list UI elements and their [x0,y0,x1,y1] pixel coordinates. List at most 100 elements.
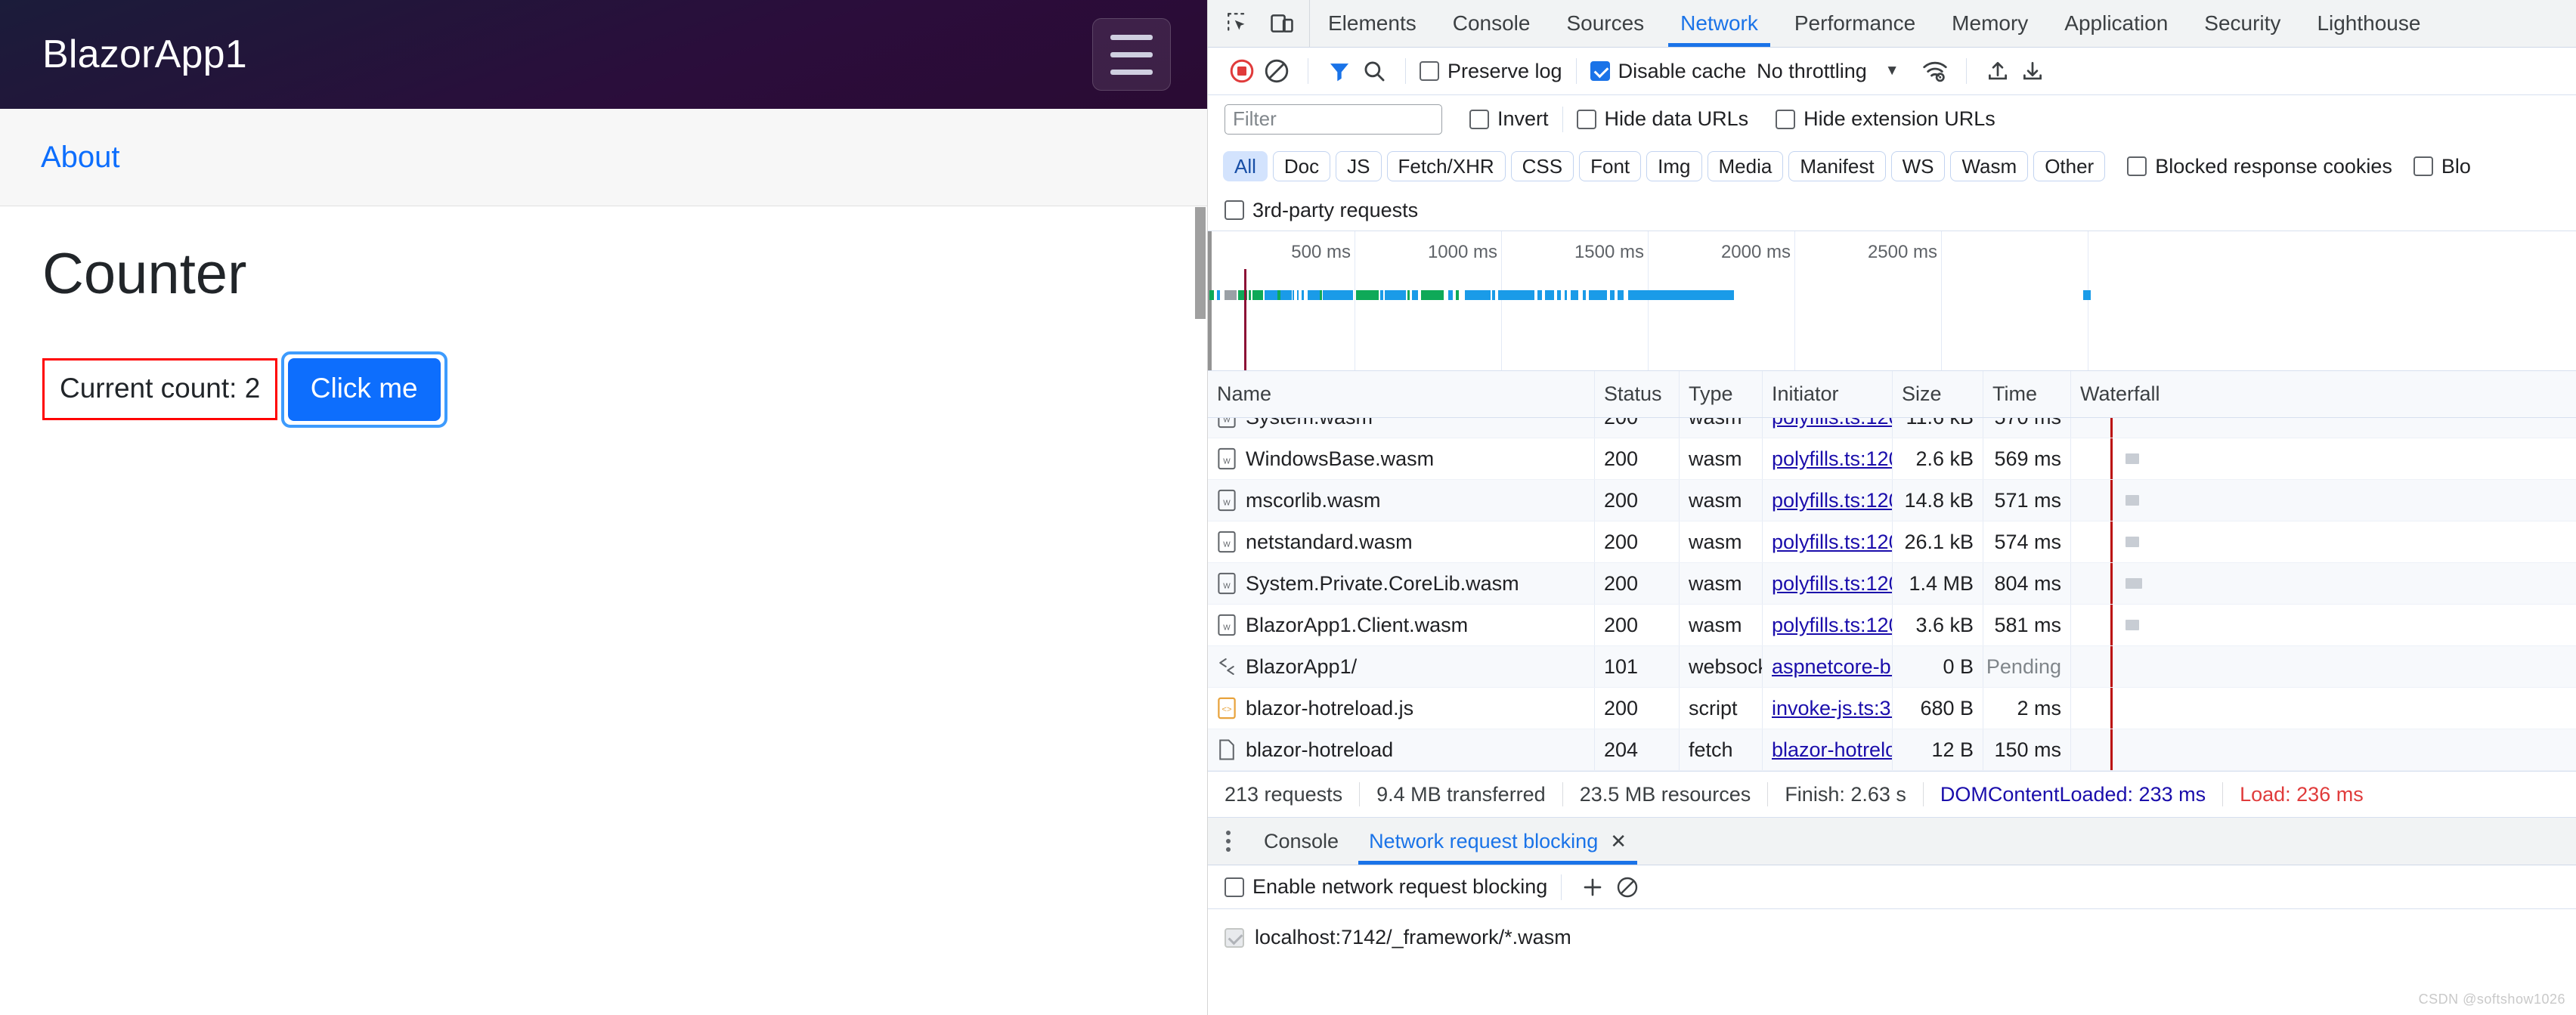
tab-performance[interactable]: Performance [1776,0,1934,47]
remove-all-patterns-icon[interactable] [1610,870,1645,905]
tab-sources[interactable]: Sources [1548,0,1662,47]
tab-lighthouse[interactable]: Lighthouse [2299,0,2438,47]
column-header-name[interactable]: Name [1208,371,1595,417]
third-party-requests-label: 3rd-party requests [1252,199,1418,222]
column-header-waterfall[interactable]: Waterfall [2071,371,2576,417]
search-icon[interactable] [1357,54,1392,88]
overview-tick-label: 500 ms [1291,242,1351,263]
hide-data-urls-checkbox[interactable]: Hide data URLs [1577,107,1749,131]
click-me-button[interactable]: Click me [288,358,441,421]
type-filter-all[interactable]: All [1223,151,1268,181]
table-row[interactable]: W mscorlib.wasm 200 wasm polyfills.ts:12… [1208,480,2576,521]
cell-type: script [1680,688,1763,729]
blocked-response-cookies-checkbox[interactable]: Blocked response cookies [2127,155,2392,178]
cell-type: wasm [1680,521,1763,562]
type-filter-doc[interactable]: Doc [1273,151,1330,181]
summary-load: Load: 236 ms [2223,783,2380,806]
table-row[interactable]: W System.wasm 200 wasm polyfills.ts:120 … [1208,418,2576,438]
third-party-requests-checkbox[interactable]: 3rd-party requests [1225,199,1418,222]
tab-console[interactable]: Console [1435,0,1549,47]
initiator-link[interactable]: aspnetcore-browser-... [1772,655,1893,679]
table-row[interactable]: W BlazorApp1.Client.wasm 200 wasm polyfi… [1208,605,2576,646]
table-row[interactable]: W WindowsBase.wasm 200 wasm polyfills.ts… [1208,438,2576,480]
column-header-size[interactable]: Size [1893,371,1983,417]
clear-icon[interactable] [1259,54,1294,88]
import-har-icon[interactable] [1980,54,2015,88]
kebab-menu-icon[interactable] [1208,818,1249,865]
tab-memory[interactable]: Memory [1934,0,2046,47]
hide-extension-urls-checkbox[interactable]: Hide extension URLs [1776,107,1995,131]
nav-link-about[interactable]: About [41,141,120,175]
type-filter-font[interactable]: Font [1579,151,1641,181]
watermark: CSDN @softshow1026 [2419,992,2565,1007]
add-pattern-icon[interactable] [1575,870,1610,905]
initiator-link[interactable]: polyfills.ts:120 [1772,489,1893,512]
tab-security[interactable]: Security [2186,0,2299,47]
column-header-time[interactable]: Time [1983,371,2071,417]
drawer-tab-console[interactable]: Console [1249,818,1354,865]
type-filter-img[interactable]: Img [1646,151,1701,181]
initiator-link[interactable]: polyfills.ts:120 [1772,614,1893,637]
drawer-tab-network-request-blocking[interactable]: Network request blocking ✕ [1354,818,1642,865]
column-header-status[interactable]: Status [1595,371,1680,417]
record-stop-icon[interactable] [1225,54,1259,88]
chevron-down-icon[interactable]: ▼ [1885,63,1899,79]
blocking-toolbar: Enable network request blocking [1208,865,2576,909]
divider [1561,874,1562,900]
initiator-link[interactable]: blazor-hotreload.js:6 [1772,738,1893,762]
invert-checkbox[interactable]: Invert [1469,107,1549,131]
initiator-link[interactable]: polyfills.ts:120 [1772,447,1893,471]
checkbox-box [1469,110,1489,129]
table-row[interactable]: BlazorApp1/ 101 websocket aspnetcore-bro… [1208,646,2576,688]
filter-funnel-icon[interactable] [1322,54,1357,88]
type-filter-css[interactable]: CSS [1511,151,1574,181]
app-brand: BlazorApp1 [42,32,247,77]
table-row[interactable]: blazor-hotreload 204 fetch blazor-hotrel… [1208,729,2576,771]
pattern-checkbox[interactable] [1225,928,1244,948]
cell-initiator: polyfills.ts:120 [1763,521,1893,562]
preserve-log-checkbox[interactable]: Preserve log [1420,60,1562,83]
filter-input[interactable] [1225,104,1442,135]
tab-network[interactable]: Network [1662,0,1776,47]
column-header-initiator[interactable]: Initiator [1763,371,1893,417]
enable-network-request-blocking-checkbox[interactable]: Enable network request blocking [1225,875,1547,899]
cell-name-text: BlazorApp1/ [1246,655,1357,679]
network-overview-timeline[interactable]: 500 ms 1000 ms 1500 ms 2000 ms 2500 ms [1208,231,2576,371]
type-filter-wasm[interactable]: Wasm [1950,151,2028,181]
blocked-requests-checkbox[interactable]: Blo [2413,155,2471,178]
app-vertical-scrollbar[interactable] [1194,207,1207,1015]
export-har-icon[interactable] [2015,54,2050,88]
inspect-element-icon[interactable] [1223,8,1253,39]
tab-elements[interactable]: Elements [1310,0,1435,47]
type-filter-media[interactable]: Media [1708,151,1784,181]
initiator-link[interactable]: polyfills.ts:120 [1772,531,1893,554]
type-filter-other[interactable]: Other [2033,151,2105,181]
cell-status: 200 [1595,480,1680,521]
overview-dcl-marker [1244,269,1246,370]
close-icon[interactable]: ✕ [1610,830,1627,853]
blocked-response-cookies-label: Blocked response cookies [2155,155,2392,178]
scrollbar-thumb[interactable] [1195,207,1206,319]
cell-status: 200 [1595,605,1680,645]
initiator-link[interactable]: polyfills.ts:120 [1772,572,1893,596]
table-row[interactable]: W System.Private.CoreLib.wasm 200 wasm p… [1208,563,2576,605]
tab-application[interactable]: Application [2046,0,2186,47]
hamburger-icon[interactable] [1092,18,1171,91]
column-header-type[interactable]: Type [1680,371,1763,417]
cell-status: 200 [1595,521,1680,562]
table-row[interactable]: <> blazor-hotreload.js 200 script invoke… [1208,688,2576,729]
list-item[interactable]: localhost:7142/_framework/*.wasm [1225,926,2576,949]
table-row[interactable]: W netstandard.wasm 200 wasm polyfills.ts… [1208,521,2576,563]
type-filter-js[interactable]: JS [1336,151,1381,181]
initiator-link[interactable]: polyfills.ts:120 [1772,418,1893,429]
cell-name: W System.Private.CoreLib.wasm [1208,563,1595,604]
device-toolbar-icon[interactable] [1267,8,1297,39]
type-filter-ws[interactable]: WS [1891,151,1946,181]
network-conditions-icon[interactable] [1918,54,1952,88]
throttling-select[interactable]: No throttling [1757,60,1867,83]
disable-cache-checkbox[interactable]: Disable cache [1590,60,1747,83]
initiator-link[interactable]: invoke-js.ts:353 [1772,697,1893,720]
invert-label: Invert [1497,107,1549,131]
type-filter-fetch-xhr[interactable]: Fetch/XHR [1387,151,1506,181]
type-filter-manifest[interactable]: Manifest [1788,151,1885,181]
